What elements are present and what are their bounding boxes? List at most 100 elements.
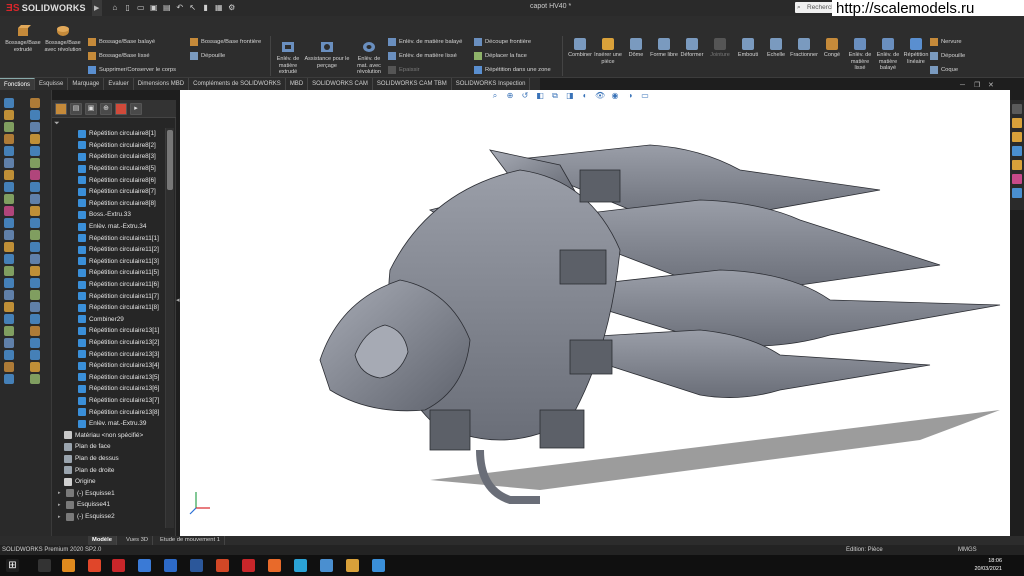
shortcut-tool-icon[interactable]: [30, 206, 40, 216]
ribbon-button-1[interactable]: Insérer une pièce: [594, 38, 622, 65]
tree-item[interactable]: Répétition circulaire8[2]: [78, 140, 156, 152]
tree-item[interactable]: Répétition circulaire8[3]: [78, 151, 156, 163]
tree-item[interactable]: Répétition circulaire13[1]: [78, 325, 159, 337]
shell-button[interactable]: Coque: [930, 66, 958, 74]
tree-item[interactable]: Plan de dessus: [64, 453, 119, 465]
system-clock[interactable]: 18:06 20/03/2021: [974, 557, 1002, 573]
shortcut-tool-icon[interactable]: [30, 266, 40, 276]
appearances-icon[interactable]: [1012, 160, 1022, 170]
mail-icon[interactable]: [320, 559, 333, 572]
shortcut-tool-icon[interactable]: [4, 194, 14, 204]
property-manager-tab-icon[interactable]: ▤: [70, 102, 82, 115]
delete-keep-body-button[interactable]: Supprimer/Conserver le corps: [88, 66, 176, 74]
tree-item[interactable]: Répétition circulaire8[5]: [78, 163, 156, 175]
restore-icon[interactable]: ❐: [974, 82, 982, 90]
feature-tree-tab-icon[interactable]: [55, 102, 67, 115]
shortcut-tool-icon[interactable]: [30, 314, 40, 324]
edit-appearance-icon[interactable]: ◉: [610, 91, 620, 101]
print-icon[interactable]: ▤: [162, 3, 172, 13]
previous-view-icon[interactable]: ↺: [520, 91, 530, 101]
solidworks-logo[interactable]: ƎS SOLIDWORKS: [0, 0, 92, 16]
tree-item[interactable]: Origine: [64, 476, 96, 488]
tree-item[interactable]: Répétition circulaire8[7]: [78, 186, 156, 198]
swept-boss-button[interactable]: Bossage/Base balayé: [88, 38, 155, 46]
tree-item[interactable]: ▸ Esquisse41: [58, 499, 110, 511]
shortcut-tool-icon[interactable]: [30, 362, 40, 372]
tree-scrollbar-thumb[interactable]: [167, 130, 173, 190]
shortcut-tool-icon[interactable]: [30, 254, 40, 264]
custom-properties-icon[interactable]: [1012, 174, 1022, 184]
tree-item[interactable]: Répétition circulaire11[6]: [78, 279, 159, 291]
tree-item[interactable]: Répétition circulaire8[1]: [78, 128, 156, 140]
tree-item[interactable]: Plan de droite: [64, 464, 114, 476]
ribbon-button-6[interactable]: Embouti: [734, 38, 762, 59]
folder-icon[interactable]: [346, 559, 359, 572]
acrobat-icon[interactable]: [242, 559, 255, 572]
firefox-icon[interactable]: [268, 559, 281, 572]
shortcut-tool-icon[interactable]: [30, 290, 40, 300]
shortcut-tool-icon[interactable]: [30, 326, 40, 336]
explorer-icon[interactable]: [164, 559, 177, 572]
tree-item[interactable]: Enlèv. mat.-Extru.39: [78, 418, 146, 430]
shortcut-tool-icon[interactable]: [4, 98, 14, 108]
shortcut-tool-icon[interactable]: [4, 182, 14, 192]
swept-cut-button[interactable]: Enlèv. de matière balayé: [388, 38, 462, 46]
shortcut-tool-icon[interactable]: [4, 134, 14, 144]
dynamic-annotation-icon[interactable]: ⧉: [550, 91, 560, 101]
shortcut-tool-icon[interactable]: [4, 170, 14, 180]
tree-item[interactable]: Répétition circulaire13[7]: [78, 395, 159, 407]
edge-icon[interactable]: [294, 559, 307, 572]
tab-esquisse[interactable]: Esquisse: [35, 78, 69, 90]
tab-marquage[interactable]: Marquage: [68, 78, 105, 90]
boundary-cut-button[interactable]: Découpe frontière: [474, 38, 531, 46]
shortcut-tool-icon[interactable]: [4, 218, 14, 228]
shortcut-tool-icon[interactable]: [30, 230, 40, 240]
shortcut-tool-icon[interactable]: [30, 338, 40, 348]
tab-3d-views[interactable]: Vues 3D: [122, 536, 154, 545]
rib-button[interactable]: Nervure: [930, 38, 962, 46]
solidworks-forum-icon[interactable]: [1012, 188, 1022, 198]
shortcut-tool-icon[interactable]: [30, 122, 40, 132]
tree-item[interactable]: Répétition circulaire11[5]: [78, 267, 159, 279]
design-library-icon[interactable]: [1012, 118, 1022, 128]
photos-icon[interactable]: [372, 559, 385, 572]
filter-icon[interactable]: ⏷: [54, 120, 62, 128]
windows-start-icon[interactable]: ⊞: [6, 559, 19, 572]
tree-item[interactable]: Répétition circulaire11[1]: [78, 232, 159, 244]
word-icon[interactable]: [190, 559, 203, 572]
file-properties-icon[interactable]: ▦: [214, 3, 224, 13]
tree-item[interactable]: Combiner29: [78, 314, 124, 326]
extruded-boss-button[interactable]: Bossage/Base extrudé: [4, 22, 42, 53]
revolved-boss-button[interactable]: Bossage/Base avec révolution: [44, 22, 82, 53]
tab-model[interactable]: Modèle: [88, 536, 117, 545]
vlc-icon[interactable]: [62, 559, 75, 572]
close-icon[interactable]: ✕: [988, 82, 996, 90]
ribbon-button-2[interactable]: Dôme: [622, 38, 650, 59]
ribbon-button-0[interactable]: Combiner: [566, 38, 594, 59]
tree-item[interactable]: Répétition circulaire13[5]: [78, 372, 159, 384]
undo-icon[interactable]: ↶: [175, 3, 185, 13]
extruded-cut-button[interactable]: Enlév. de matière extrudé: [274, 38, 302, 76]
tree-item[interactable]: Répétition circulaire11[7]: [78, 290, 159, 302]
view-orientation-icon[interactable]: ◨: [565, 91, 575, 101]
shortcut-tool-icon[interactable]: [4, 110, 14, 120]
shortcut-tool-icon[interactable]: [4, 158, 14, 168]
tab-compl-ments-de-solidworks[interactable]: Compléments de SOLIDWORKS: [189, 78, 286, 90]
rebuild-icon[interactable]: ▮: [201, 3, 211, 13]
tree-item[interactable]: Matériau <non spécifié>: [64, 430, 143, 442]
tab-dimensions-mbd[interactable]: Dimensions MBD: [134, 78, 190, 90]
search-taskbar-icon[interactable]: [38, 559, 51, 572]
display-style-icon[interactable]: ◐: [580, 91, 590, 101]
shortcut-tool-icon[interactable]: [30, 278, 40, 288]
shortcut-tool-icon[interactable]: [4, 146, 14, 156]
tree-item[interactable]: Enlèv. mat.-Extru.34: [78, 221, 146, 233]
expand-arrow-icon[interactable]: ▸: [58, 502, 63, 508]
shortcut-tool-icon[interactable]: [30, 134, 40, 144]
shortcut-tool-icon[interactable]: [30, 146, 40, 156]
tree-item[interactable]: ▸ (-) Esquisse1: [58, 488, 115, 500]
shortcut-tool-icon[interactable]: [30, 110, 40, 120]
tab-motion-study[interactable]: Etude de mouvement 1: [156, 536, 225, 545]
ribbon-button-8[interactable]: Fractionner: [790, 38, 818, 59]
shortcut-tool-icon[interactable]: [4, 254, 14, 264]
shortcut-tool-icon[interactable]: [4, 326, 14, 336]
